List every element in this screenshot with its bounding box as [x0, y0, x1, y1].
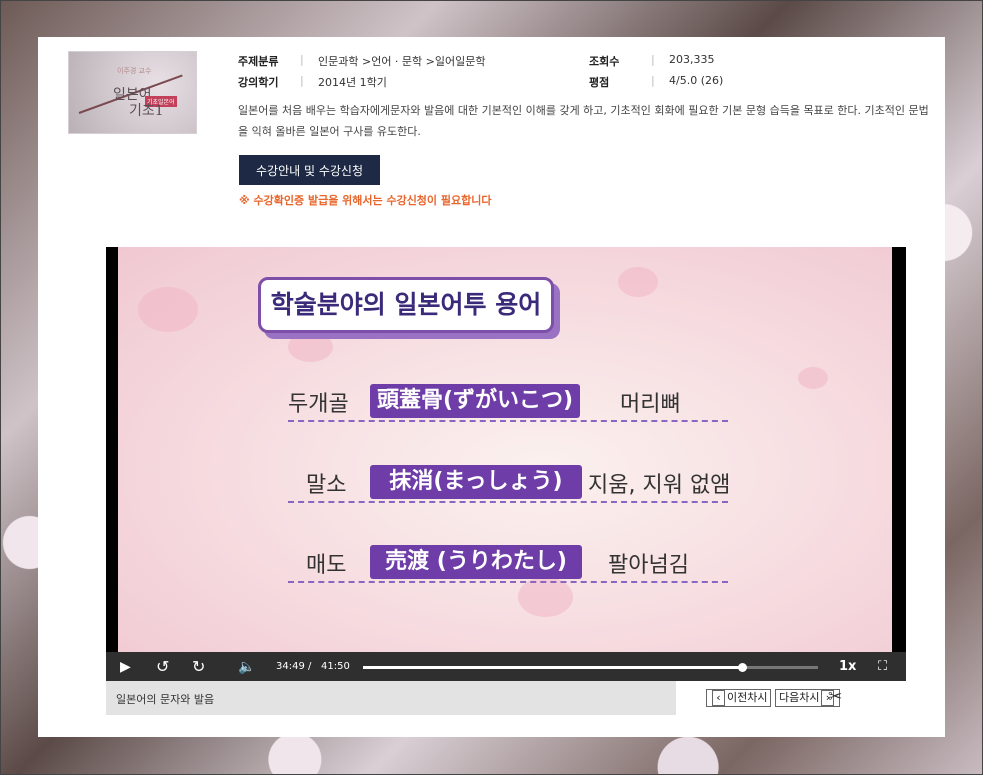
term-korean: 매도	[306, 553, 347, 578]
term-underline	[288, 581, 728, 583]
course-thumbnail: 이주경 교수 일본어 기초일본어 기초1	[68, 51, 197, 134]
term-underline	[288, 501, 728, 503]
views-label: 조회수	[589, 55, 620, 68]
term-korean: 말소	[306, 473, 347, 498]
term-meaning: 머리뼈	[620, 392, 681, 417]
petal-decoration	[138, 287, 198, 332]
lecture-bar: 일본어의 문자와 발음 ‹ 이전차시 다음차시 › ✂	[106, 681, 906, 715]
apply-course-button[interactable]: 수강안내 및 수강신청	[239, 155, 380, 185]
term-korean: 두개골	[288, 392, 349, 417]
scissors-icon[interactable]: ✂	[828, 687, 842, 707]
player-controls: ▶ ↺ ↻ 🔈 34:49 / 41:50 1x ⛶	[106, 652, 906, 684]
category-value: 인문과학 >언어 · 문학 >일어일문학	[318, 55, 486, 68]
prev-lecture-button[interactable]: ‹ 이전차시	[706, 689, 772, 707]
video-player[interactable]: 학술분야의 일본어투 용어 두개골 頭蓋骨(ずがいこつ) 머리뼈 말소 抹消(ま…	[106, 247, 906, 687]
play-icon[interactable]: ▶	[120, 659, 131, 675]
rewind-10-icon[interactable]: ↺	[156, 657, 169, 676]
progress-track[interactable]	[363, 663, 818, 672]
petal-decoration	[618, 267, 658, 297]
divider: |	[651, 53, 655, 66]
thumbnail-title-line2: 기초1	[129, 103, 164, 119]
prev-lecture-label: 이전차시	[727, 691, 768, 704]
course-panel: 이주경 교수 일본어 기초일본어 기초1 주제분류 | 인문과학 >언어 · 문…	[38, 37, 945, 737]
term-row: 매도 売渡 (うりわたし) 팔아넘김	[288, 545, 738, 583]
semester-value: 2014년 1학기	[318, 76, 387, 89]
course-description: 일본어를 처음 배우는 학습자에게문자와 발음에 대한 기본적인 이해를 갖게 …	[238, 104, 929, 138]
petal-decoration	[798, 367, 828, 389]
term-japanese: 頭蓋骨(ずがいこつ)	[370, 384, 580, 418]
volume-icon[interactable]: 🔈	[238, 659, 255, 675]
time-separator: /	[308, 661, 312, 672]
total-time: 41:50	[321, 661, 350, 672]
semester-label: 강의학기	[238, 76, 279, 89]
category-label: 주제분류	[238, 55, 279, 68]
lecture-title: 일본어의 문자와 발음	[116, 693, 215, 706]
divider: |	[651, 74, 655, 87]
petal-decoration	[518, 577, 573, 617]
term-japanese: 抹消(まっしょう)	[370, 465, 582, 499]
term-meaning: 지움, 지워 없앰	[588, 473, 731, 498]
divider: |	[300, 74, 304, 87]
progress-fill	[363, 666, 742, 669]
views-value: 203,335	[669, 53, 715, 66]
forward-10-icon[interactable]: ↻	[192, 657, 205, 676]
thumbnail-subtext: 이주경 교수	[117, 67, 152, 75]
term-underline	[288, 420, 728, 422]
term-row: 말소 抹消(まっしょう) 지움, 지워 없앰	[288, 465, 738, 503]
term-meaning: 팔아넘김	[608, 553, 689, 578]
rating-label: 평점	[589, 76, 610, 89]
term-japanese: 売渡 (うりわたし)	[370, 545, 582, 579]
enrollment-notice: ※ 수강확인증 발급을 위해서는 수강신청이 필요합니다	[239, 194, 492, 207]
chevron-left-icon: ‹	[712, 690, 725, 706]
rating-value: 4/5.0 (26)	[669, 74, 724, 87]
petal-decoration	[288, 332, 333, 362]
fullscreen-icon[interactable]: ⛶	[878, 659, 887, 674]
next-lecture-label: 다음차시	[779, 691, 820, 704]
current-time: 34:49	[276, 661, 305, 672]
divider: |	[300, 53, 304, 66]
slide-title: 학술분야의 일본어투 용어	[258, 277, 554, 333]
lecture-navigation: ‹ 이전차시 다음차시 › ✂	[676, 681, 906, 715]
video-frame[interactable]: 학술분야의 일본어투 용어 두개골 頭蓋骨(ずがいこつ) 머리뼈 말소 抹消(ま…	[118, 247, 892, 652]
term-row: 두개골 頭蓋骨(ずがいこつ) 머리뼈	[288, 384, 738, 422]
speed-button[interactable]: 1x	[839, 659, 856, 674]
progress-handle[interactable]	[737, 663, 747, 672]
